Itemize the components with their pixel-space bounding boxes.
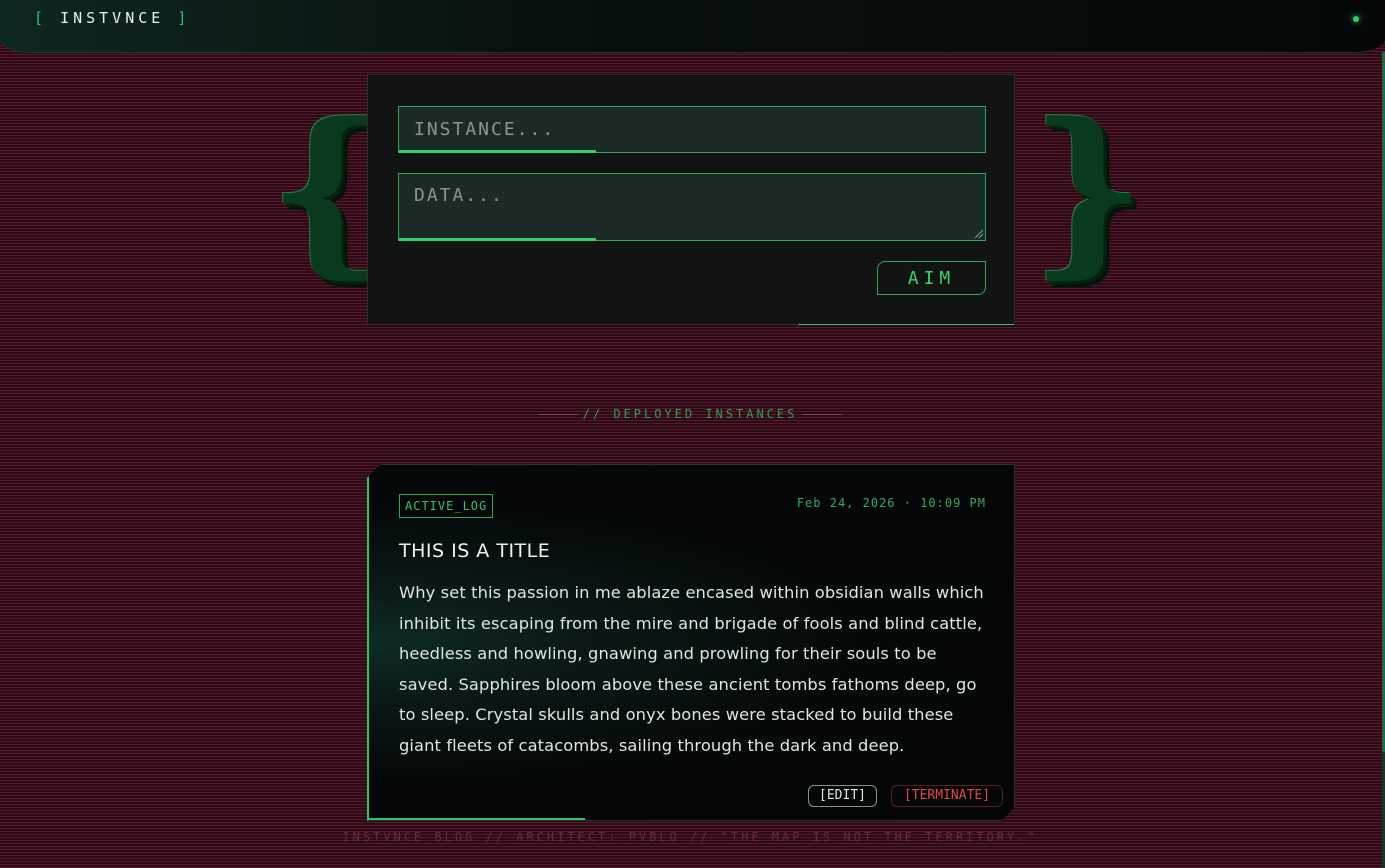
- section-heading-text: // DEPLOYED INSTANCES: [582, 407, 798, 421]
- brand-bracket-close: ]: [177, 9, 191, 27]
- post-title: THIS IS A TITLE: [399, 540, 551, 562]
- aim-button[interactable]: AIM: [877, 261, 986, 295]
- instance-input-placeholder: INSTANCE...: [414, 119, 556, 140]
- compose-panel: INSTANCE... DATA... AIM: [367, 74, 1015, 325]
- post-body: Why set this passion in me ablaze encase…: [399, 583, 984, 755]
- section-rule-left: [538, 414, 578, 415]
- post-card: ACTIVE_LOG Feb 24, 2026 · 10:09 PM THIS …: [367, 464, 1015, 821]
- data-textarea[interactable]: DATA...: [398, 173, 986, 241]
- panel-accent-line: [798, 324, 1014, 325]
- section-rule-right: [802, 414, 842, 415]
- instance-input-underline: [399, 150, 596, 153]
- edit-button[interactable]: [EDIT]: [808, 785, 877, 807]
- brand-bracket-open: [: [34, 9, 48, 27]
- brand-logo[interactable]: [ INSTVNCE ]: [34, 9, 190, 27]
- card-accent-line: [369, 818, 585, 820]
- brand-name: INSTVNCE: [60, 9, 165, 27]
- right-brace-icon: }: [1030, 84, 1146, 295]
- terminate-button[interactable]: [TERMINATE]: [891, 785, 1003, 807]
- top-bar: [ INSTVNCE ]: [0, 0, 1385, 53]
- section-heading: // DEPLOYED INSTANCES: [538, 407, 842, 421]
- status-indicator-icon: [1353, 16, 1359, 22]
- data-textarea-underline: [399, 238, 596, 241]
- status-badge: ACTIVE_LOG: [399, 494, 493, 518]
- instance-input[interactable]: INSTANCE...: [398, 106, 986, 153]
- data-textarea-placeholder: DATA...: [414, 185, 504, 206]
- post-timestamp: Feb 24, 2026 · 10:09 PM: [796, 496, 986, 510]
- footer-text: INSTVNCE_BLOG // ARCHITECT: PVBLO // "TH…: [342, 830, 1038, 844]
- resize-handle-icon[interactable]: [975, 230, 983, 238]
